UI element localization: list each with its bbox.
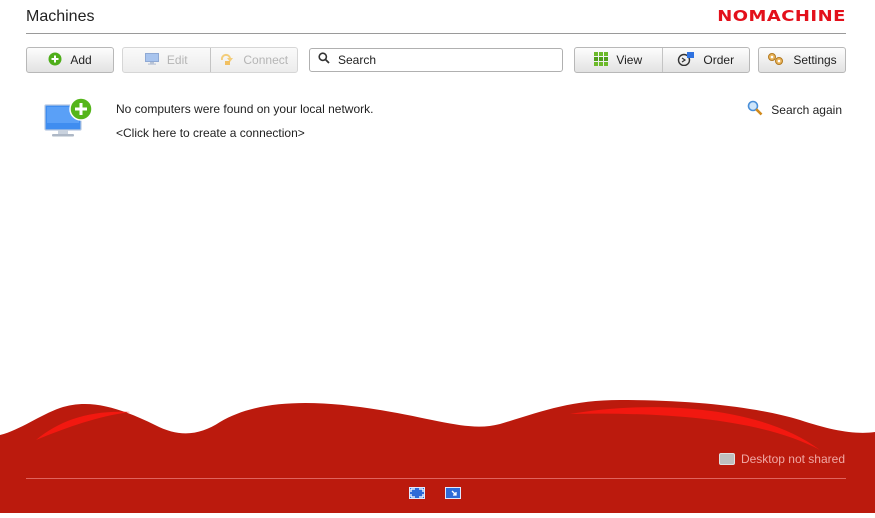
footer-divider: [26, 478, 846, 479]
empty-state-message: No computers were found on your local ne…: [116, 102, 374, 116]
desktop-share-icon: [718, 453, 735, 465]
search-icon: [318, 51, 330, 69]
search-again-label: Search again: [771, 102, 842, 117]
header-divider: [26, 33, 846, 34]
add-machine-icon[interactable]: [44, 97, 94, 139]
desktop-status-label: Desktop not shared: [740, 452, 845, 466]
minimize-icon[interactable]: [445, 487, 461, 499]
desktop-share-status[interactable]: Desktop not shared: [718, 452, 845, 466]
connect-button[interactable]: Connect: [209, 48, 298, 72]
add-button-label: Add: [70, 53, 92, 67]
create-connection-link[interactable]: <Click here to create a connection>: [116, 126, 305, 140]
monitor-icon: [144, 52, 159, 68]
add-button-group: Add: [26, 47, 114, 73]
connect-button-label: Connect: [243, 53, 289, 67]
page-title: Machines: [26, 8, 95, 25]
settings-button-group: Settings: [758, 47, 846, 73]
order-button-label: Order: [703, 53, 735, 67]
view-button[interactable]: View: [575, 48, 662, 72]
add-button[interactable]: Add: [27, 48, 113, 72]
fullscreen-icon[interactable]: [409, 487, 425, 499]
view-order-group: View Order: [574, 47, 750, 73]
search-input[interactable]: [338, 53, 538, 67]
search-field[interactable]: [309, 48, 563, 72]
gear-icon: [767, 52, 785, 69]
edit-connect-group: Edit Connect: [122, 47, 298, 73]
settings-button-label: Settings: [793, 53, 837, 67]
connect-icon: [219, 52, 235, 69]
settings-button[interactable]: Settings: [759, 48, 845, 72]
edit-button-label: Edit: [166, 53, 188, 67]
bottom-window-controls: [409, 487, 461, 499]
search-again-icon: [747, 100, 763, 119]
view-button-label: View: [616, 53, 643, 67]
order-button[interactable]: Order: [661, 48, 750, 72]
nomachine-logo: NOMACHINE: [717, 7, 846, 25]
search-again-button[interactable]: Search again: [747, 100, 842, 119]
order-icon: [677, 51, 695, 69]
edit-button[interactable]: Edit: [123, 48, 210, 72]
add-icon: [48, 52, 62, 69]
grid-view-icon: [594, 51, 609, 69]
